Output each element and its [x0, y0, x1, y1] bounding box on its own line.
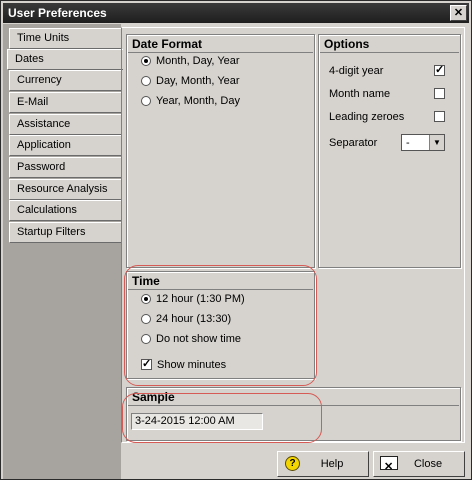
tab-label: Resource Analysis — [17, 183, 108, 195]
help-button[interactable]: ? Help — [277, 451, 369, 477]
option-label: Day, Month, Year — [156, 75, 240, 87]
month-name-checkbox[interactable] — [434, 88, 445, 99]
tab-startup-filters[interactable]: Startup Filters — [9, 222, 121, 243]
help-label: Help — [320, 458, 344, 470]
tab-assistance[interactable]: Assistance — [9, 114, 121, 135]
date-format-title: Date Format — [128, 36, 313, 53]
date-format-option-mdy[interactable]: Month, Day, Year — [141, 54, 240, 68]
tab-label: Currency — [17, 74, 62, 86]
radio-icon[interactable] — [141, 76, 151, 86]
tab-label: Calculations — [17, 204, 77, 216]
tab-label: Password — [17, 161, 66, 173]
tab-label: E-Mail — [17, 96, 49, 108]
close-button[interactable]: Close — [373, 451, 465, 479]
sample-highlight-oval — [122, 393, 322, 443]
four-digit-year-checkbox[interactable] — [434, 63, 445, 76]
separator-label: Separator — [329, 137, 378, 149]
date-format-option-dmy[interactable]: Day, Month, Year — [141, 74, 240, 88]
time-highlight-oval — [124, 265, 317, 386]
tab-label: Startup Filters — [17, 226, 86, 238]
title-bar: User Preferences ✕ — [3, 3, 469, 23]
tab-label: Dates — [15, 53, 44, 65]
tab-label: Application — [17, 139, 71, 151]
options-title: Options — [320, 36, 459, 53]
tab-password[interactable]: Password — [9, 157, 121, 178]
window-close-icon[interactable]: ✕ — [450, 5, 467, 21]
option-label: Month, Day, Year — [156, 55, 240, 67]
tab-application[interactable]: Application — [9, 135, 121, 156]
close-label: Close — [413, 458, 443, 470]
radio-selected-icon[interactable] — [141, 56, 151, 66]
chevron-down-icon[interactable]: ▼ — [429, 135, 444, 150]
tab-dates[interactable]: Dates — [7, 49, 123, 70]
tab-label: Time Units — [17, 32, 70, 44]
separator-select[interactable]: - ▼ — [401, 134, 445, 151]
date-format-group: Date Format — [126, 34, 315, 268]
tab-label: Assistance — [17, 118, 71, 130]
window-title: User Preferences — [8, 6, 107, 20]
tab-calculations[interactable]: Calculations — [9, 200, 121, 221]
option-label: Year, Month, Day — [156, 95, 240, 107]
tab-email[interactable]: E-Mail — [9, 92, 121, 113]
tab-currency[interactable]: Currency — [9, 70, 121, 91]
month-name-label: Month name — [329, 88, 391, 100]
separator-value: - — [406, 137, 410, 149]
leading-zeroes-label: Leading zeroes — [329, 111, 405, 123]
four-digit-year-label: 4-digit year — [329, 65, 384, 77]
date-format-option-ymd[interactable]: Year, Month, Day — [141, 94, 240, 108]
leading-zeroes-checkbox[interactable] — [434, 111, 445, 122]
tab-time-units[interactable]: Time Units — [9, 28, 121, 49]
user-preferences-window: User Preferences ✕ Time Units Dates Curr… — [0, 0, 472, 480]
tab-resource-analysis[interactable]: Resource Analysis — [9, 179, 121, 200]
radio-icon[interactable] — [141, 96, 151, 106]
